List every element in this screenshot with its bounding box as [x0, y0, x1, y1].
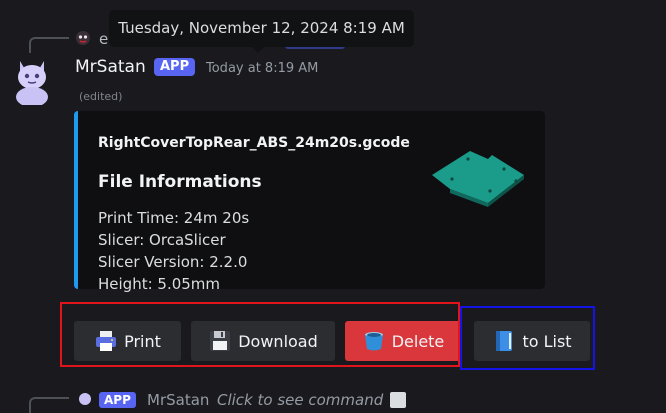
- slicer-version-line: Slicer Version: 2.2.0: [98, 253, 248, 271]
- next-username[interactable]: MrSatan: [147, 391, 209, 409]
- secondary-action-highlight: [460, 306, 595, 370]
- message-username[interactable]: MrSatan: [75, 57, 146, 77]
- next-reply-connector: [29, 397, 69, 413]
- command-icon: [390, 392, 406, 408]
- user-avatar[interactable]: [10, 55, 54, 105]
- timestamp-tooltip: Tuesday, November 12, 2024 8:19 AM: [109, 10, 414, 47]
- print-time-line: Print Time: 24m 20s: [98, 209, 250, 227]
- message-timestamp[interactable]: Today at 8:19 AM: [206, 61, 318, 76]
- primary-actions-highlight: [60, 302, 460, 367]
- reply-username[interactable]: e: [99, 30, 108, 48]
- file-embed: RightCoverTopRear_ABS_24m20s.gcode File …: [74, 111, 545, 293]
- slicer-line: Slicer: OrcaSlicer: [98, 231, 226, 249]
- next-command-text[interactable]: Click to see command: [217, 391, 383, 409]
- embed-field-value: Print Time: 24m 20s Slicer: OrcaSlicer S…: [98, 207, 249, 295]
- model-thumbnail[interactable]: [428, 141, 528, 221]
- next-app-badge: APP: [99, 392, 136, 408]
- tooltip-arrow: [252, 47, 264, 53]
- embed-title: RightCoverTopRear_ABS_24m20s.gcode: [98, 135, 410, 151]
- reply-connector: [29, 37, 69, 53]
- reply-avatar[interactable]: [75, 30, 91, 46]
- height-line: Height: 5.05mm: [98, 275, 221, 293]
- edited-label: (edited): [79, 90, 123, 103]
- next-reply-avatar[interactable]: [78, 391, 92, 405]
- app-badge: APP: [154, 58, 196, 76]
- embed-field-name: File Informations: [98, 172, 262, 192]
